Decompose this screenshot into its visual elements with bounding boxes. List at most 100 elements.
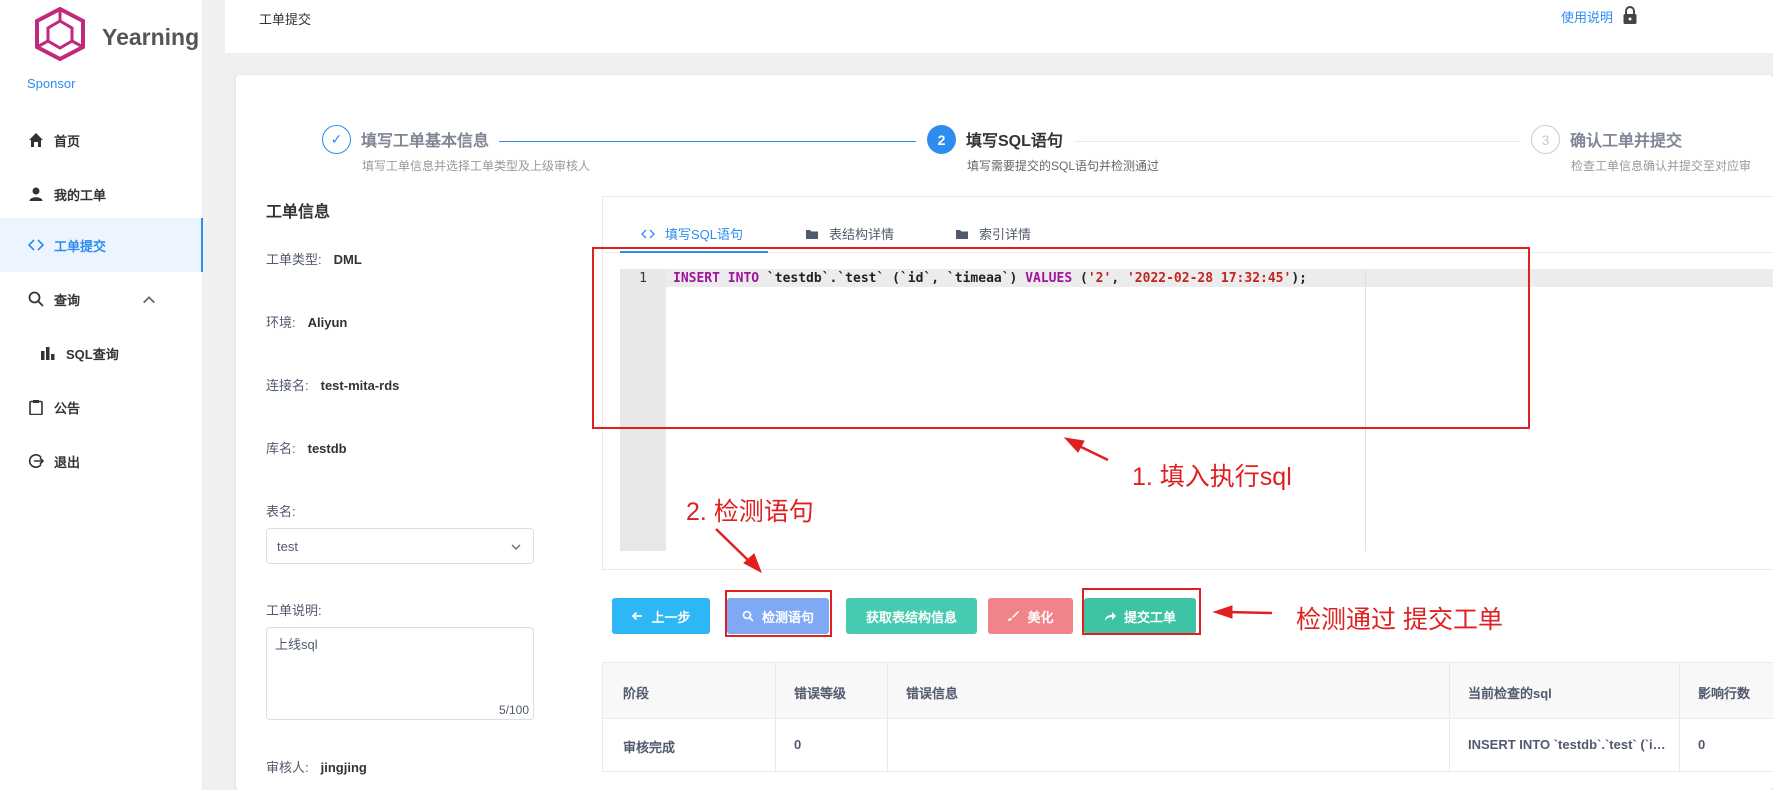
check-result-table: 阶段 错误等级 错误信息 当前检查的sql 影响行数 审核完成 0 INSERT… <box>602 662 1773 773</box>
table-cell: 审核完成 <box>623 740 676 755</box>
step-3-title: 确认工单并提交 <box>1570 133 1683 150</box>
step-2-title: 填写SQL语句 <box>966 133 1063 150</box>
sponsor-link[interactable]: Sponsor <box>27 76 75 91</box>
connection-label: 连接名: <box>266 378 309 393</box>
arrow-left-icon <box>632 611 643 621</box>
tab-label: 索引详情 <box>979 227 1032 242</box>
annotation-box-sql <box>592 247 1530 429</box>
nav-item-logout[interactable]: 退出 <box>0 434 203 488</box>
order-type-row: 工单类型: DML <box>266 249 362 268</box>
annotation-box-submit <box>1082 588 1201 635</box>
step-1-desc: 填写工单信息并选择工单类型及上级审核人 <box>362 159 591 173</box>
top-header: 工单提交 使用说明 <box>225 0 1773 53</box>
folder-icon <box>956 229 968 239</box>
annotation-fill-sql: 1. 填入执行sql <box>1132 463 1292 491</box>
folder-icon <box>806 229 818 239</box>
order-info-heading: 工单信息 <box>266 204 331 221</box>
beautify-button[interactable]: 美化 <box>988 598 1073 634</box>
reviewer-value: jingjing <box>320 760 367 775</box>
button-label: 上一步 <box>651 609 691 625</box>
table-cell: INSERT INTO `testdb`.`test` (`id`, `time… <box>1468 737 1668 752</box>
lock-icon[interactable] <box>1622 6 1638 25</box>
column-divider <box>775 663 776 773</box>
tab-sql-input[interactable]: 填写SQL语句 <box>641 224 743 243</box>
user-icon <box>29 187 43 201</box>
column-header: 当前检查的sql <box>1468 686 1552 701</box>
brand-name: Yearning <box>102 24 200 50</box>
description-textarea[interactable]: 上线sql 5/100 <box>266 627 534 720</box>
code-icon <box>28 239 44 251</box>
tab-index-details[interactable]: 索引详情 <box>955 224 1031 243</box>
nav-item-label: 公告 <box>54 400 81 416</box>
tab-label: 填写SQL语句 <box>665 227 744 242</box>
description-label: 工单说明: <box>266 603 322 618</box>
logout-icon <box>28 454 44 468</box>
column-header: 错误等级 <box>794 686 847 701</box>
help-link[interactable]: 使用说明 <box>1561 7 1613 26</box>
nav-item-label: 退出 <box>54 454 81 470</box>
column-header: 错误信息 <box>906 686 959 701</box>
nav-item-label: 我的工单 <box>54 187 107 203</box>
reviewer-label: 审核人: <box>266 760 309 775</box>
prev-step-button[interactable]: 上一步 <box>612 598 710 634</box>
fetch-table-structure-button[interactable]: 获取表结构信息 <box>846 598 977 634</box>
step-2-desc: 填写需要提交的SQL语句并检测通过 <box>967 159 1160 173</box>
connection-row: 连接名: test-mita-rds <box>266 375 399 394</box>
sidebar: Yearning Sponsor 首页 我的工单 工单提交 查询 SQL查询 公… <box>0 0 203 790</box>
table-select-value: test <box>277 539 298 554</box>
brush-icon <box>1008 611 1020 621</box>
clipboard-icon <box>29 400 43 415</box>
column-divider <box>887 663 888 773</box>
step-3-number: 3 <box>1531 125 1560 154</box>
annotation-box-check <box>725 590 832 637</box>
nav-item-label: 查询 <box>54 292 81 308</box>
bar-chart-icon <box>41 347 55 360</box>
nav-item-label: 工单提交 <box>54 238 107 254</box>
table-select[interactable]: test <box>266 528 534 564</box>
table-header <box>603 663 1773 719</box>
table-cell: 0 <box>794 737 802 752</box>
database-row: 库名: testdb <box>266 438 347 457</box>
nav-item-label: 首页 <box>54 133 81 149</box>
column-divider <box>1449 663 1450 773</box>
order-type-label: 工单类型: <box>266 252 322 267</box>
tab-table-structure[interactable]: 表结构详情 <box>805 224 894 243</box>
table-name-label: 表名: <box>266 504 296 519</box>
nav-item-label: SQL查询 <box>66 346 119 362</box>
step-2-number: 2 <box>927 125 956 154</box>
nav-item-submit-order[interactable]: 工单提交 <box>0 218 203 272</box>
step-1-title: 填写工单基本信息 <box>361 133 490 150</box>
annotation-check-sql: 2. 检测语句 <box>686 498 814 526</box>
nav-item-home[interactable]: 首页 <box>0 113 203 167</box>
step-3-desc: 检查工单信息确认并提交至对应审 <box>1571 159 1752 173</box>
tab-label: 表结构详情 <box>829 227 895 242</box>
page-title: 工单提交 <box>259 12 312 27</box>
database-label: 库名: <box>266 441 296 456</box>
button-label: 获取表结构信息 <box>865 609 957 625</box>
table-cell: 0 <box>1698 737 1706 752</box>
column-divider <box>1679 663 1680 773</box>
char-counter: 5/100 <box>498 703 529 717</box>
env-label: 环境: <box>266 315 296 330</box>
editor-tabs: 填写SQL语句 表结构详情 索引详情 <box>603 197 1773 253</box>
search-icon <box>28 291 44 307</box>
database-value: testdb <box>307 441 347 456</box>
env-row: 环境: Aliyun <box>266 312 347 331</box>
nav-item-query[interactable]: 查询 <box>0 272 203 326</box>
step-connector-2 <box>1074 141 1520 142</box>
connection-value: test-mita-rds <box>320 378 400 393</box>
button-label: 美化 <box>1027 609 1054 625</box>
home-icon <box>29 133 43 147</box>
step-connector-1 <box>499 141 916 142</box>
column-header: 阶段 <box>623 686 650 701</box>
env-value: Aliyun <box>307 315 348 330</box>
chevron-up-icon[interactable] <box>141 292 157 308</box>
reviewer-row: 审核人: jingjing <box>266 757 367 776</box>
nav-item-my-orders[interactable]: 我的工单 <box>0 167 203 221</box>
step-1-check-icon: ✓ <box>322 125 351 154</box>
column-header: 影响行数 <box>1698 686 1751 701</box>
nav-item-announcement[interactable]: 公告 <box>0 380 203 434</box>
nav-item-sql-query[interactable]: SQL查询 <box>0 326 203 380</box>
code-icon <box>641 229 655 238</box>
chevron-down-icon <box>511 544 521 550</box>
